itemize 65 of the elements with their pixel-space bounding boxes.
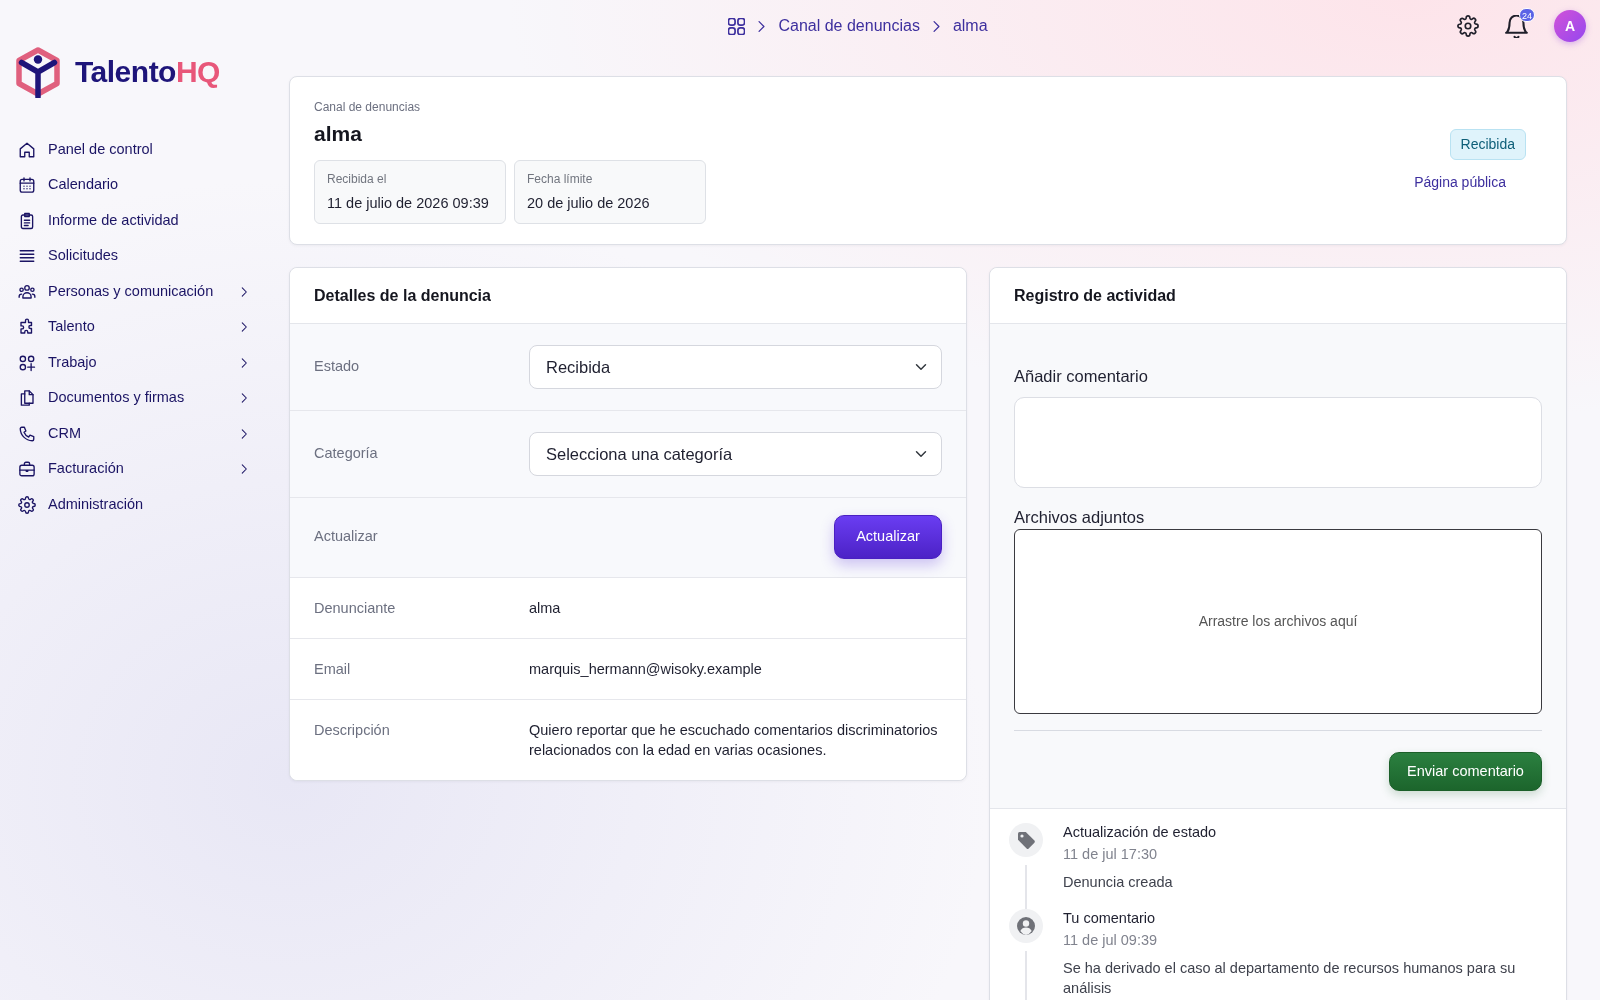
phone-icon: [18, 424, 36, 443]
settings-icon[interactable]: [1457, 15, 1479, 37]
field-label: Denunciante: [314, 599, 397, 619]
shapes-icon: [18, 353, 36, 372]
dropdown-field[interactable]: Recibida: [529, 345, 942, 390]
home-icon: [18, 140, 36, 159]
sidebar-item[interactable]: Personas y comunicación: [15, 274, 251, 310]
logo-text: TalentoHQ: [75, 57, 220, 87]
send-comment-button[interactable]: Enviar comentario: [1389, 752, 1542, 792]
tag-icon: [1009, 823, 1043, 858]
field-label: Descripción: [314, 721, 391, 741]
sidebar-item[interactable]: Solicitudes: [15, 238, 251, 274]
sidebar-item[interactable]: Calendario: [15, 167, 251, 203]
sidebar-item[interactable]: Facturación: [15, 451, 251, 487]
card-title: Registro de actividad: [1014, 285, 1176, 306]
file-dropzone[interactable]: Arrastre los archivos aquí: [1014, 529, 1542, 715]
field-label: Email: [314, 660, 352, 680]
sidebar-item[interactable]: Documentos y firmas: [15, 380, 251, 416]
entry-time: 11 de jul 17:30: [1063, 845, 1159, 864]
field-label: Archivos adjuntos: [1014, 507, 1146, 528]
field-label: Estado: [314, 357, 361, 377]
entry-time: 11 de jul 09:39: [1063, 931, 1159, 950]
sidebar-item[interactable]: Talento: [15, 309, 251, 345]
entry-title: Tu comentario: [1063, 909, 1157, 928]
field-value: alma: [529, 599, 562, 619]
field-label: Añadir comentario: [1014, 366, 1149, 387]
entry-text: Denuncia creada: [1063, 873, 1174, 893]
calendar-icon: [18, 176, 36, 195]
comment-field[interactable]: [1014, 397, 1542, 489]
date-value: 20 de julio de 2026: [527, 193, 651, 213]
field-value: marquis_hermann@wisoky.example: [529, 660, 763, 680]
update-button[interactable]: Actualizar: [834, 515, 942, 560]
notification-count: 24: [1519, 7, 1535, 22]
card-title: Detalles de la denuncia: [314, 285, 491, 306]
entry-text: Se ha derivado el caso al departamento de recursos humanos para su análisis: [1063, 959, 1517, 999]
briefcase-icon: [18, 460, 36, 479]
field-value: Quiero reportar que he escuchado comentarios discriminatorios relacionados con la edad en varias ocasiones.: [529, 721, 939, 761]
chevron-right-icon: [757, 19, 767, 33]
dropdown-field[interactable]: Selecciona una categoría: [529, 432, 942, 477]
public-page-link[interactable]: Página pública: [1414, 172, 1506, 194]
avatar-button[interactable]: A: [1554, 10, 1586, 42]
breadcrumb-link[interactable]: alma: [952, 14, 988, 38]
field-label: Categoría: [314, 444, 379, 464]
section-label: Canal de denuncias: [314, 99, 422, 116]
report-title: alma: [314, 121, 363, 147]
date-value: 11 de julio de 2026 09:39: [327, 193, 490, 213]
chevron-right-icon: [931, 19, 941, 33]
breadcrumb-link[interactable]: Canal de denuncias: [778, 14, 920, 38]
date-label: Recibida el: [327, 170, 388, 188]
user-icon: [1009, 909, 1043, 944]
field-label: Actualizar: [314, 527, 379, 547]
status-badge: Recibida: [1449, 129, 1526, 161]
people-icon: [18, 282, 36, 301]
sidebar-item[interactable]: Trabajo: [15, 345, 251, 381]
sidebar-item[interactable]: CRM: [15, 416, 251, 452]
date-label: Fecha límite: [527, 170, 594, 188]
apps-grid-icon[interactable]: [728, 17, 746, 35]
sidebar-item[interactable]: Panel de control: [15, 132, 251, 168]
documents-icon: [18, 389, 36, 408]
sidebar-item[interactable]: Informe de actividad: [15, 203, 251, 239]
logo-icon: [15, 46, 61, 98]
settings-icon: [18, 495, 36, 514]
sidebar-item[interactable]: Administración: [15, 487, 251, 523]
entry-title: Actualización de estado: [1063, 823, 1217, 842]
clipboard-icon: [18, 211, 36, 230]
